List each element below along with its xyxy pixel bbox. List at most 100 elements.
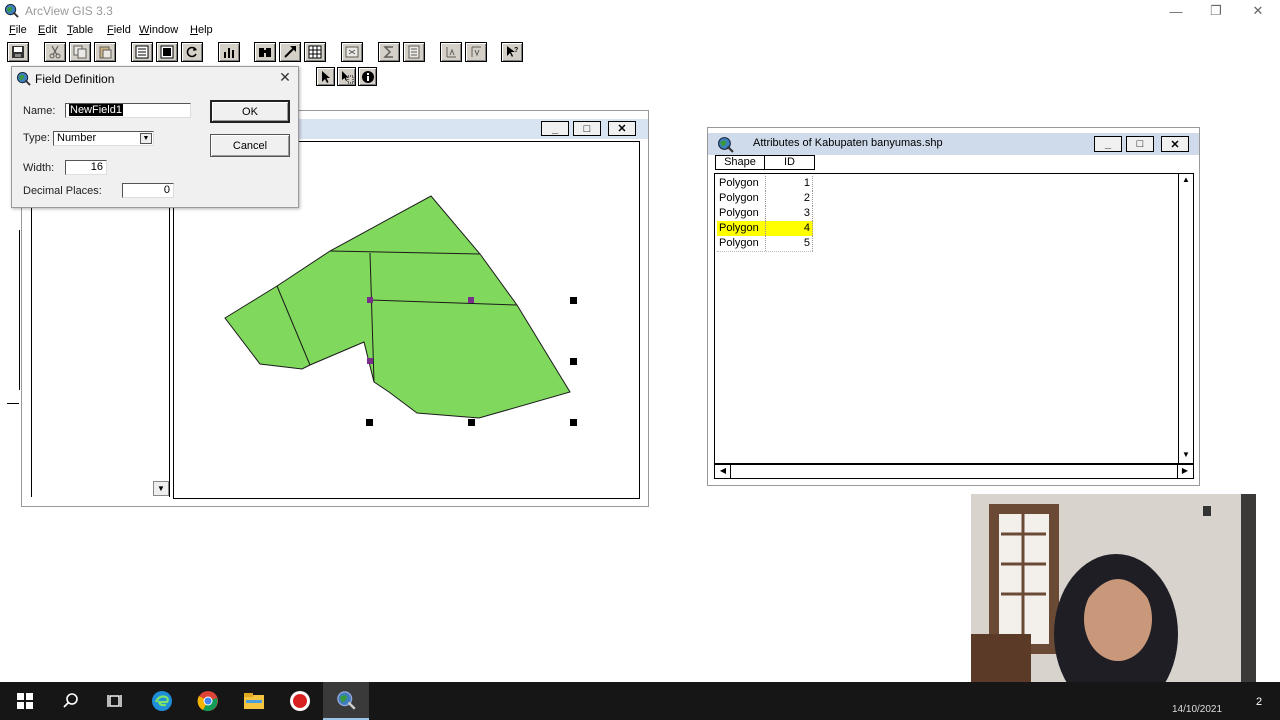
close-button[interactable]: ✕: [1236, 0, 1280, 22]
name-input-value: NewField1: [69, 104, 123, 116]
menu-edit[interactable]: Edit: [38, 24, 57, 36]
tool-row: [316, 67, 382, 87]
chrome-icon[interactable]: [185, 682, 231, 720]
sort-descending-icon[interactable]: [465, 42, 487, 62]
type-select-value: Number: [57, 132, 97, 144]
selection-handle[interactable]: [570, 419, 577, 426]
table-grid-icon[interactable]: [304, 42, 326, 62]
calculate-icon[interactable]: [403, 42, 425, 62]
attributes-titlebar: Attributes of Kabupaten banyumas.shp _ □…: [708, 133, 1199, 155]
scroll-left-icon[interactable]: ◀: [717, 466, 729, 478]
attribute-grid[interactable]: Polygon 1 Polygon 2 Polygon 3 Polygon 4 Polygon 5: [714, 173, 1179, 464]
table-cell-shape[interactable]: Polygon: [717, 176, 765, 191]
select-all-icon[interactable]: [156, 42, 178, 62]
vertex-handle[interactable]: [367, 358, 373, 364]
scroll-right-icon[interactable]: ▶: [1179, 466, 1191, 478]
table-cell-shape[interactable]: Polygon: [717, 221, 765, 236]
select-tool-icon[interactable]: [337, 67, 356, 86]
name-label: Name:: [23, 105, 56, 117]
chart-icon[interactable]: [218, 42, 240, 62]
view-close-button[interactable]: ✕: [608, 121, 636, 136]
app-titlebar: ArcView GIS 3.3 — ❐ ✕: [0, 0, 1280, 22]
table-properties-icon[interactable]: [131, 42, 153, 62]
table-cell-id[interactable]: 5: [765, 236, 813, 251]
menu-window[interactable]: Window: [139, 24, 178, 36]
arcview-globe-icon: [4, 3, 19, 18]
attributes-minimize-button[interactable]: _: [1094, 136, 1122, 152]
restore-icon: ❐: [1210, 3, 1222, 18]
attributes-close-button[interactable]: ✕: [1161, 136, 1189, 152]
sort-ascending-icon[interactable]: [440, 42, 462, 62]
vertex-handle[interactable]: [367, 297, 373, 303]
selected-polygon-features: [224, 195, 571, 419]
attributes-title: Attributes of Kabupaten banyumas.shp: [753, 137, 943, 149]
attributes-window: Attributes of Kabupaten banyumas.shp _ □…: [707, 127, 1200, 486]
find-icon[interactable]: [254, 42, 276, 62]
attributes-maximize-button[interactable]: □: [1126, 136, 1154, 152]
notification-icon[interactable]: 2: [1250, 696, 1268, 714]
promote-icon[interactable]: [341, 42, 363, 62]
table-cell-shape[interactable]: Polygon: [717, 236, 765, 251]
menu-help[interactable]: Help: [190, 24, 213, 36]
cancel-button[interactable]: Cancel: [210, 134, 290, 157]
identify-icon[interactable]: [358, 67, 377, 86]
table-cell-shape[interactable]: Polygon: [717, 206, 765, 221]
windows-taskbar: 14/10/2021 2: [0, 682, 1280, 720]
chevron-down-icon[interactable]: ▼: [140, 133, 152, 144]
legend-scroll-down-icon[interactable]: ▼: [153, 481, 169, 496]
summarize-icon[interactable]: [378, 42, 400, 62]
arcview-icon[interactable]: [323, 682, 369, 720]
file-explorer-icon[interactable]: [231, 682, 277, 720]
cut-icon[interactable]: [44, 42, 66, 62]
horizontal-scrollbar[interactable]: ◀ ▶: [714, 464, 1194, 479]
selection-handle[interactable]: [468, 419, 475, 426]
help-pointer-icon[interactable]: ?: [501, 42, 523, 62]
type-select[interactable]: Number ▼: [53, 131, 154, 146]
table-cell-id[interactable]: 1: [765, 176, 813, 191]
paste-icon[interactable]: [94, 42, 116, 62]
menu-file[interactable]: File: [9, 24, 27, 36]
decimal-places-value: 0: [163, 184, 170, 196]
vertex-handle[interactable]: [468, 297, 474, 303]
dialog-title: Field Definition: [35, 72, 115, 86]
record-icon[interactable]: [277, 682, 323, 720]
column-header-shape[interactable]: Shape: [715, 155, 765, 170]
view-minimize-button[interactable]: _: [541, 121, 569, 136]
windows-start-icon[interactable]: [2, 682, 48, 720]
ok-button[interactable]: OK: [210, 100, 290, 123]
vertical-scrollbar[interactable]: ▲ ▼: [1179, 173, 1194, 464]
restore-button[interactable]: ❐: [1194, 0, 1238, 22]
save-project-icon[interactable]: [7, 42, 29, 62]
table-cell-id[interactable]: 2: [765, 191, 813, 206]
width-input[interactable]: 16: [65, 160, 107, 175]
edge-mark: [7, 403, 19, 404]
edge-icon[interactable]: [139, 682, 185, 720]
view-legend-panel[interactable]: [31, 207, 170, 497]
minimize-icon: —: [1169, 3, 1183, 19]
app-title: ArcView GIS 3.3: [25, 4, 113, 18]
name-input[interactable]: NewField1: [65, 103, 191, 118]
view-maximize-button[interactable]: □: [573, 121, 601, 136]
edge-line: [19, 230, 20, 390]
decimal-places-input[interactable]: 0: [122, 183, 174, 198]
task-view-icon[interactable]: [93, 682, 139, 720]
menu-field[interactable]: Field: [107, 24, 131, 36]
table-cell-id[interactable]: 4: [765, 221, 813, 236]
scroll-down-icon[interactable]: ▼: [1180, 450, 1192, 462]
selection-handle[interactable]: [570, 358, 577, 365]
table-cell-shape[interactable]: Polygon: [717, 191, 765, 206]
pointer-icon[interactable]: [316, 67, 335, 86]
refresh-icon[interactable]: [181, 42, 203, 62]
selection-handle[interactable]: [366, 419, 373, 426]
selection-handle[interactable]: [570, 297, 577, 304]
column-header-id[interactable]: ID: [764, 155, 815, 170]
scroll-up-icon[interactable]: ▲: [1180, 175, 1192, 187]
dialog-close-icon[interactable]: ✕: [277, 69, 293, 86]
table-cell-id[interactable]: 3: [765, 206, 813, 221]
clock-date: 14/10/2021: [1172, 704, 1223, 715]
copy-icon[interactable]: [69, 42, 91, 62]
minimize-button[interactable]: —: [1154, 0, 1198, 22]
menu-table[interactable]: Table: [67, 24, 93, 36]
search-icon[interactable]: [48, 682, 94, 720]
query-icon[interactable]: [279, 42, 301, 62]
